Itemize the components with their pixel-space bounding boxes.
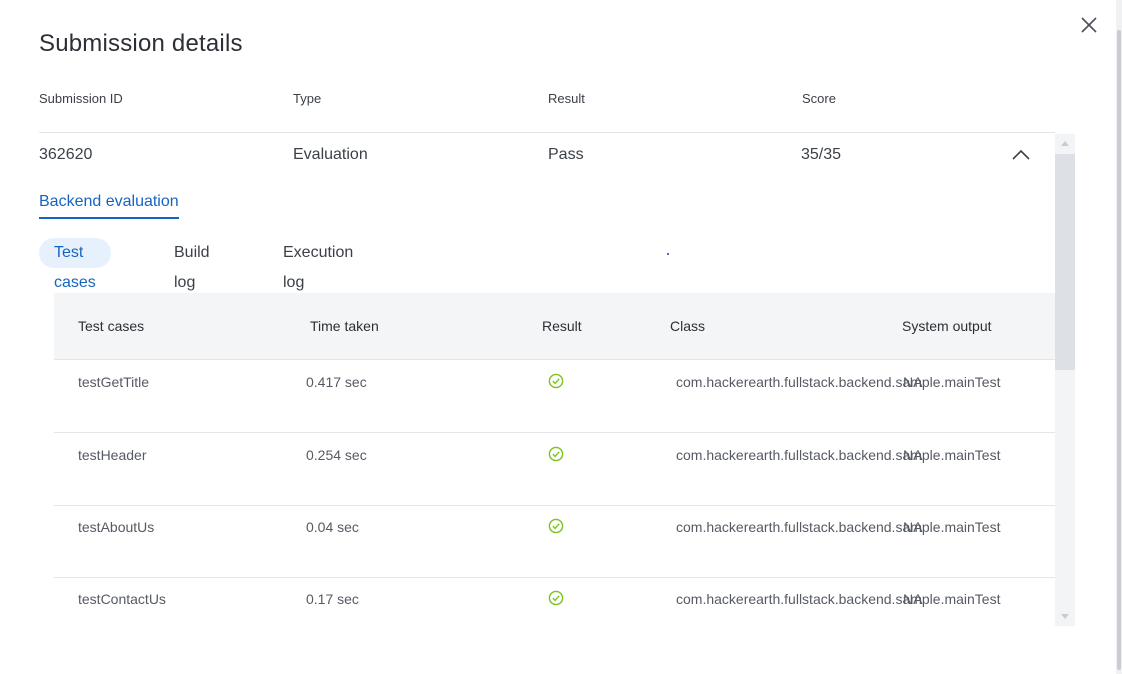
test-case-class: com.hackerearth.fullstack.backend.sample… [676,447,1001,463]
submission-type: Evaluation [293,146,368,163]
dialog-title: Submission details [39,30,243,57]
summary-divider [39,132,1055,133]
test-case-output: NA [903,519,923,535]
test-case-name: testAboutUs [78,519,155,535]
scroll-down-arrow-icon[interactable] [1061,614,1069,619]
test-case-time: 0.17 sec [306,591,359,607]
test-case-output: NA [903,591,923,607]
check-circle-icon [548,446,564,462]
tab-execution-log[interactable]: Execution log [283,238,353,291]
submission-result: Pass [548,146,584,163]
col-header-result: Result [542,318,582,334]
chevron-up-icon [1012,149,1030,160]
table-header: Test cases Time taken Result Class Syste… [54,293,1055,360]
header-score: Score [802,91,836,106]
test-case-class: com.hackerearth.fullstack.backend.sample… [676,591,1001,607]
submission-id: 362620 [39,146,93,163]
submission-score: 35/35 [801,146,842,163]
col-header-time-taken: Time taken [310,318,379,334]
header-result: Result [548,91,585,106]
tab-build-log[interactable]: Build log [174,238,210,291]
table-row: testHeader 0.254 sec com.hackerearth.ful… [54,433,1055,506]
test-case-class: com.hackerearth.fullstack.backend.sample… [676,374,1001,390]
col-header-test-cases: Test cases [78,318,145,334]
test-case-name: testHeader [78,447,147,463]
test-case-name: testGetTitle [78,374,150,390]
close-button[interactable] [1078,14,1100,36]
table-row: testContactUs 0.17 sec com.hackerearth.f… [54,577,1055,626]
page-scrollbar-thumb[interactable] [1117,30,1121,670]
test-cases-table: Test cases Time taken Result Class Syste… [54,293,1055,626]
test-case-time: 0.04 sec [306,519,359,535]
loading-dot [667,253,669,255]
page-scrollbar[interactable] [1116,0,1122,674]
collapse-button[interactable] [1009,145,1033,165]
summary-header-row: Submission ID Type Result Score [39,91,1075,109]
close-icon [1081,17,1097,33]
details-scrollbar[interactable] [1055,134,1075,626]
submission-details-modal: Submission details Submission ID Type Re… [0,0,1116,674]
tab-test-cases[interactable]: Test cases [39,238,111,291]
test-case-class: com.hackerearth.fullstack.backend.sample… [676,519,1001,535]
test-case-time: 0.417 sec [306,374,367,390]
test-case-time: 0.254 sec [306,447,367,463]
table-row: testAboutUs 0.04 sec com.hackerearth.ful… [54,505,1055,578]
header-type: Type [293,91,322,106]
check-circle-icon [548,373,564,389]
test-case-name: testContactUs [78,591,166,607]
table-row: testGetTitle 0.417 sec com.hackerearth.f… [54,360,1055,433]
header-submission-id: Submission ID [39,91,123,106]
col-header-class: Class [670,318,706,334]
tab-backend-evaluation[interactable]: Backend evaluation [39,193,179,219]
test-case-output: NA [903,447,923,463]
test-case-output: NA [903,374,923,390]
col-header-system-output: System output [902,318,992,334]
scrollbar-thumb[interactable] [1055,154,1075,370]
scroll-up-arrow-icon[interactable] [1061,141,1069,146]
submission-row[interactable]: 362620 Evaluation Pass 35/35 [39,146,1055,168]
check-circle-icon [548,518,564,534]
check-circle-icon [548,590,564,606]
